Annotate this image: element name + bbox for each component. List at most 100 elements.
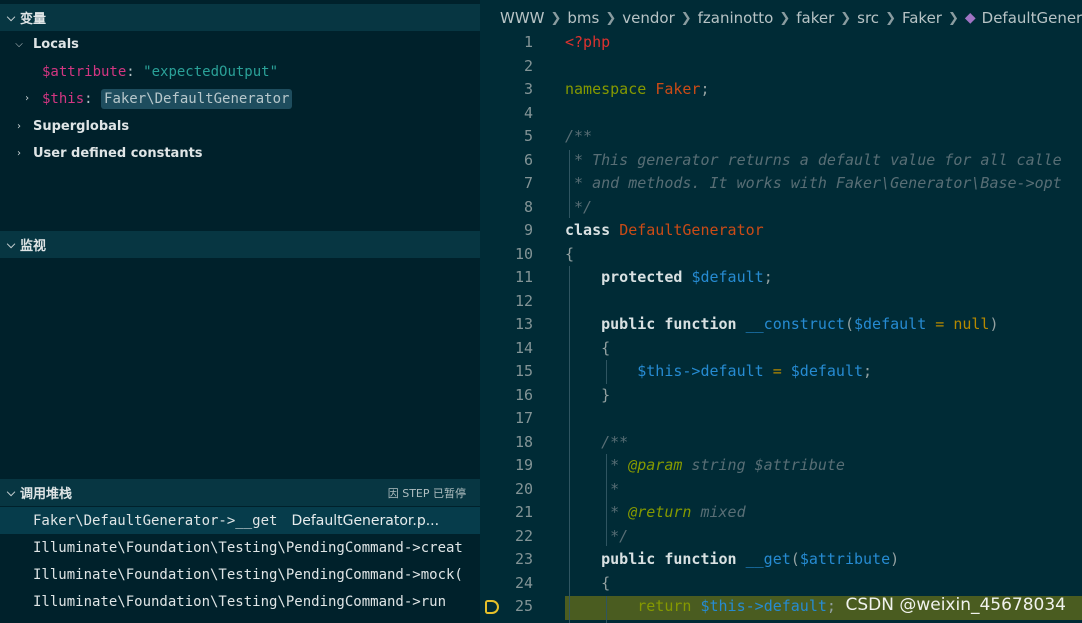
line-number: 5 (523, 127, 533, 145)
variable-value: "expectedOutput" (143, 63, 279, 80)
code-line[interactable]: namespace Faker; (565, 80, 710, 98)
code-token: @return (628, 503, 692, 521)
code-token: default (763, 597, 827, 615)
callstack-header-label: 调用堆栈 (20, 487, 73, 502)
variable-value: Faker\DefaultGenerator (101, 88, 293, 109)
watch-section-header[interactable]: ⌵ 监视 (0, 231, 480, 258)
code-token: public (601, 550, 656, 568)
chevron-right-icon: ❯ (885, 10, 896, 26)
chevron-down-icon: ⌵ (15, 39, 23, 50)
breadcrumb: WWW ❯ bms ❯ vendor ❯ fzaninotto ❯ faker ❯ src… (500, 0, 1082, 36)
breadcrumb-item[interactable]: vendor (622, 9, 674, 27)
code-token: */ (565, 198, 593, 216)
breadcrumb-item[interactable]: Faker (902, 9, 942, 27)
code-line[interactable]: * (565, 480, 619, 498)
code-token: namespace (565, 80, 647, 98)
code-line[interactable]: * This generator returns a default value… (565, 151, 1062, 169)
callstack-frame[interactable]: Illuminate\Foundation\Testing\PendingCom… (0, 588, 480, 615)
code-editor[interactable]: WWW ❯ bms ❯ vendor ❯ fzaninotto ❯ faker ❯ src… (480, 0, 1082, 623)
code-token: = (926, 315, 954, 333)
code-token: { (565, 245, 575, 263)
chevron-right-icon: › (17, 148, 21, 159)
code-token: { (601, 339, 611, 357)
code-line[interactable]: */ (565, 198, 592, 216)
code-token: @param (628, 456, 683, 474)
frame-function: Illuminate\Foundation\Testing\PendingCom… (33, 539, 463, 556)
code-line[interactable]: <?php (565, 33, 610, 51)
breadcrumb-item[interactable]: bms (567, 9, 599, 27)
callstack-status: 因 STEP 已暂停 (387, 486, 466, 500)
code-token: -> (745, 597, 764, 615)
callstack-frame[interactable]: Illuminate\Foundation\Testing\PendingCom… (0, 534, 480, 561)
breadcrumb-item[interactable]: faker (796, 9, 834, 27)
code-token: ; (763, 268, 773, 286)
watch-header-label: 监视 (20, 239, 47, 254)
code-line[interactable]: $this->default = $default; (565, 362, 872, 380)
callstack-section-header[interactable]: ⌵ 调用堆栈 因 STEP 已暂停 (0, 479, 480, 506)
code-token: ) (890, 550, 900, 568)
code-line[interactable]: * @return mixed (565, 503, 745, 521)
code-line[interactable]: /** (565, 433, 628, 451)
code-token: $this (637, 362, 683, 380)
code-line[interactable]: { (565, 339, 610, 357)
code-token: function (664, 550, 737, 568)
code-line[interactable]: */ (565, 527, 628, 545)
frame-function: Faker\DefaultGenerator->__get (33, 512, 278, 529)
code-line[interactable]: * and methods. It works with Faker\Gener… (565, 174, 1062, 192)
chevron-down-icon: ⌵ (6, 237, 16, 251)
callstack-frame[interactable]: Illuminate\Foundation\Testing\PendingCom… (0, 561, 480, 588)
chevron-right-icon: ❯ (840, 10, 852, 26)
breadcrumb-item[interactable]: fzaninotto (698, 9, 774, 27)
code-line[interactable]: public function __construct($default = n… (565, 315, 999, 333)
code-token: { (601, 574, 611, 592)
code-line[interactable]: } (565, 386, 610, 404)
variable-this[interactable]: › $this : Faker\DefaultGenerator (0, 85, 480, 112)
chevron-right-icon: › (17, 121, 21, 132)
code-token: * and methods. It works with Faker\Gener… (565, 174, 1062, 192)
code-token: /** (601, 433, 629, 451)
tree-item-user-constants[interactable]: › User defined constants (0, 140, 480, 167)
line-number: 15 (514, 362, 533, 380)
code-line[interactable]: /** (565, 127, 592, 145)
debug-sidebar: ⌵ 变量 ⌵ Locals $attribute : "expectedOutp… (0, 0, 480, 623)
line-number: 2 (523, 57, 533, 75)
line-number: 7 (523, 174, 533, 192)
line-number: 25 (514, 597, 533, 615)
variables-section-header[interactable]: ⌵ 变量 (0, 4, 480, 31)
code-token: $default (854, 315, 927, 333)
code-token: return (637, 597, 692, 615)
line-number: 23 (514, 550, 533, 568)
tree-item-superglobals[interactable]: › Superglobals (0, 113, 480, 140)
code-line[interactable]: public function __get($attribute) (565, 550, 899, 568)
code-line-current[interactable]: return $this->default; (565, 597, 836, 615)
code-token: /** (565, 127, 593, 145)
line-number: 21 (514, 503, 533, 521)
variable-name: $attribute (42, 63, 127, 80)
breadcrumb-item[interactable]: WWW (500, 9, 545, 27)
chevron-right-icon: ❯ (550, 10, 562, 26)
code-token: * (601, 480, 620, 498)
tree-item-locals[interactable]: ⌵ Locals (0, 31, 480, 58)
variable-attribute[interactable]: $attribute : "expectedOutput" (0, 58, 480, 85)
breadcrumb-item[interactable]: DefaultGenerator. (982, 9, 1082, 27)
code-token: public (601, 315, 656, 333)
code-line[interactable]: class DefaultGenerator (565, 221, 764, 239)
code-line[interactable]: protected $default; (565, 268, 773, 286)
code-token: * (601, 503, 629, 521)
code-token: protected (601, 268, 683, 286)
code-line[interactable]: * @param string $attribute (565, 456, 845, 474)
code-line[interactable]: { (565, 245, 574, 263)
line-number: 13 (514, 315, 533, 333)
code-token: ) (989, 315, 999, 333)
breadcrumb-item[interactable]: src (857, 9, 879, 27)
code-token: $default (790, 362, 864, 380)
code-token: __get (745, 550, 791, 568)
code-token: null (953, 315, 990, 333)
php-file-icon: ◆ (964, 10, 976, 26)
code-token: __construct (745, 315, 845, 333)
code-token: Faker (655, 80, 701, 98)
code-token: ; (826, 597, 836, 615)
code-token: * This generator returns a default value… (565, 151, 1062, 169)
callstack-frame[interactable]: Faker\DefaultGenerator->__get DefaultGen… (0, 507, 480, 534)
code-line[interactable]: { (565, 574, 610, 592)
